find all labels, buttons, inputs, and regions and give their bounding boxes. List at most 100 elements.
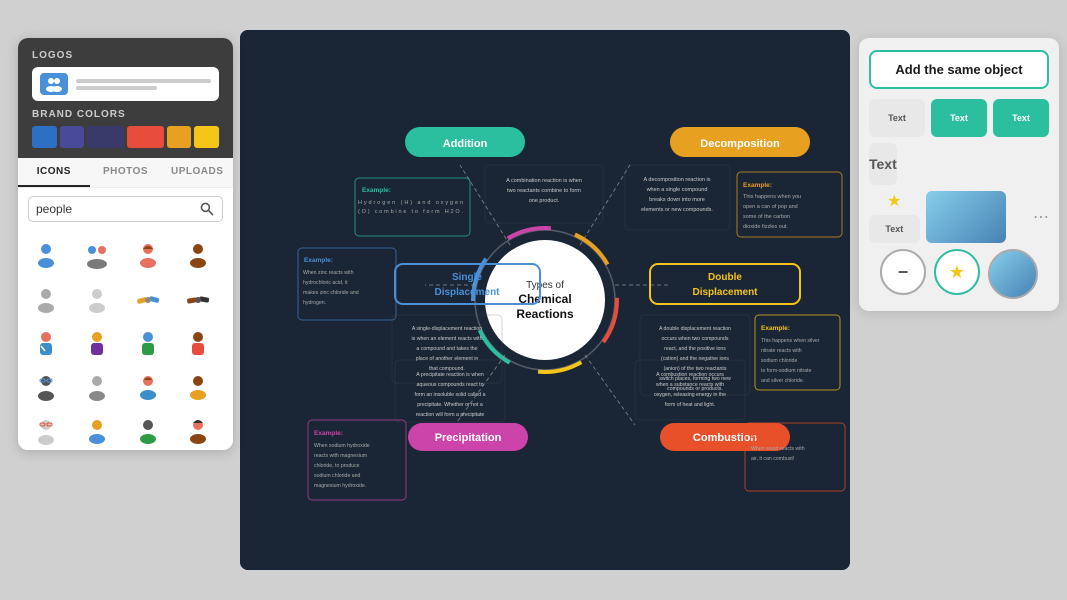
icon-cell-18[interactable] — [77, 412, 117, 450]
svg-text:occurs when two compounds: occurs when two compounds — [662, 336, 729, 342]
logo-line-1 — [76, 79, 211, 83]
search-svg — [199, 201, 215, 217]
person-icon-1 — [31, 241, 61, 271]
person-icon-12 — [183, 329, 213, 359]
icon-cell-19[interactable] — [128, 412, 168, 450]
svg-text:hydrochloric acid, it: hydrochloric acid, it — [303, 280, 348, 286]
minus-icon: − — [898, 262, 909, 283]
svg-text:elements or new compounds.: elements or new compounds. — [641, 207, 713, 213]
rp-star-icon[interactable]: ★ — [869, 191, 920, 211]
icon-cell-5[interactable] — [26, 280, 66, 320]
tabs-row: ICONS PHOTOS UPLOADS — [18, 158, 233, 188]
search-row — [18, 188, 233, 230]
mindmap-svg: Types of Chemical Reactions Addition Exa… — [240, 30, 850, 570]
person-icon-4 — [183, 241, 213, 271]
handshake-icon — [133, 285, 163, 315]
icon-cell-4[interactable] — [178, 236, 218, 276]
icon-cell-13[interactable] — [26, 368, 66, 408]
rp-text-label-4: Text — [885, 224, 903, 234]
rp-dots-icon[interactable]: ⋯ — [1033, 207, 1049, 227]
icon-cell-15[interactable] — [128, 368, 168, 408]
svg-text:precipitate. Whether or not a: precipitate. Whether or not a — [417, 402, 483, 408]
icon-cell-11[interactable] — [128, 324, 168, 364]
svg-text:Example:: Example: — [751, 433, 780, 440]
icon-cell-14[interactable] — [77, 368, 117, 408]
svg-text:When sodium hydroxide: When sodium hydroxide — [314, 443, 370, 449]
svg-text:Addition: Addition — [443, 138, 488, 150]
icon-cell-3[interactable] — [128, 236, 168, 276]
rp-star-col: ★ Text — [869, 191, 920, 243]
swatch-5[interactable] — [167, 126, 192, 148]
icon-cell-9[interactable] — [26, 324, 66, 364]
icon-cell-6[interactable] — [77, 280, 117, 320]
svg-text:one product.: one product. — [529, 198, 560, 204]
search-input[interactable] — [36, 202, 195, 216]
glasses-person-icon — [31, 373, 61, 403]
logos-label: LOGOS — [32, 50, 219, 61]
svg-text:A double displacement reaction: A double displacement reaction — [659, 326, 731, 332]
svg-text:A combustion reaction occurs: A combustion reaction occurs — [656, 372, 724, 378]
icon-cell-8[interactable] — [178, 280, 218, 320]
svg-text:Double: Double — [708, 272, 742, 283]
person-icon-16 — [183, 373, 213, 403]
swatch-4[interactable] — [127, 126, 164, 148]
svg-text:reacts with magnesium: reacts with magnesium — [314, 453, 367, 459]
svg-text:Decomposition: Decomposition — [700, 138, 780, 150]
logo-icon — [40, 73, 68, 95]
icon-cell-1[interactable] — [26, 236, 66, 276]
svg-text:Example:: Example: — [761, 325, 790, 332]
icon-cell-7[interactable] — [128, 280, 168, 320]
brand-colors-label: BRAND COLORS — [32, 109, 219, 120]
swatch-6[interactable] — [194, 126, 219, 148]
rp-grid-1: Text Text Text — [869, 99, 1049, 137]
rp-text-item-1[interactable]: Text — [869, 99, 925, 137]
rp-circle-star[interactable]: ★ — [934, 249, 980, 295]
svg-text:Example:: Example: — [743, 182, 772, 189]
icon-cell-12[interactable] — [178, 324, 218, 364]
handshake-icon-2 — [183, 285, 213, 315]
swatch-1[interactable] — [32, 126, 57, 148]
swatch-2[interactable] — [60, 126, 85, 148]
center-canvas: Types of Chemical Reactions Addition Exa… — [240, 30, 850, 570]
tab-icons[interactable]: ICONS — [18, 158, 90, 187]
tab-uploads[interactable]: UPLOADS — [161, 158, 233, 187]
svg-text:magnesium hydroxide.: magnesium hydroxide. — [314, 483, 366, 489]
rp-circle-image[interactable] — [988, 249, 1038, 299]
rp-image-thumbnail[interactable] — [926, 191, 1006, 243]
svg-text:A decomposition reaction is: A decomposition reaction is — [644, 177, 711, 183]
rp-text-item-2[interactable]: Text — [931, 99, 987, 137]
rp-circle-minus[interactable]: − — [880, 249, 926, 295]
rp-text-large[interactable]: Text — [869, 143, 897, 185]
rp-text-item-3[interactable]: Text — [993, 99, 1049, 137]
icon-cell-20[interactable] — [178, 412, 218, 450]
rp-text-label-2: Text — [950, 113, 968, 123]
svg-text:react, and the positive ions: react, and the positive ions — [664, 346, 726, 352]
right-panel: Add the same object Text Text Text Text … — [859, 38, 1059, 311]
logo-placeholder — [32, 67, 219, 101]
svg-text:place of another element in: place of another element in — [416, 356, 479, 362]
swatch-3[interactable] — [87, 126, 124, 148]
icon-cell-2[interactable] — [77, 236, 117, 276]
rp-text-item-small[interactable]: Text — [869, 215, 920, 243]
svg-text:Hydrogen (H) and oxygen: Hydrogen (H) and oxygen — [358, 200, 463, 206]
svg-text:a compound and takes the: a compound and takes the — [416, 346, 477, 352]
svg-text:Example:: Example: — [304, 257, 333, 264]
person-icon-18 — [82, 417, 112, 447]
person-icon-11 — [133, 329, 163, 359]
tab-photos[interactable]: PHOTOS — [90, 158, 162, 187]
rp-row-2: Text — [869, 143, 1049, 185]
star-symbol: ★ — [887, 193, 901, 210]
svg-text:Precipitation: Precipitation — [435, 432, 502, 444]
icon-cell-17[interactable] — [26, 412, 66, 450]
add-same-object-button[interactable]: Add the same object — [869, 50, 1049, 89]
icon-cell-10[interactable] — [77, 324, 117, 364]
person-icon-20 — [183, 417, 213, 447]
logos-section: LOGOS — [32, 50, 219, 101]
svg-text:and silver chloride.: and silver chloride. — [761, 378, 804, 384]
svg-text:When zinc reacts with: When zinc reacts with — [303, 270, 354, 276]
svg-text:hydrogen.: hydrogen. — [303, 300, 326, 306]
svg-text:Displacement: Displacement — [692, 287, 758, 298]
person-icon-2 — [82, 241, 112, 271]
search-icon[interactable] — [199, 201, 215, 217]
icon-cell-16[interactable] — [178, 368, 218, 408]
